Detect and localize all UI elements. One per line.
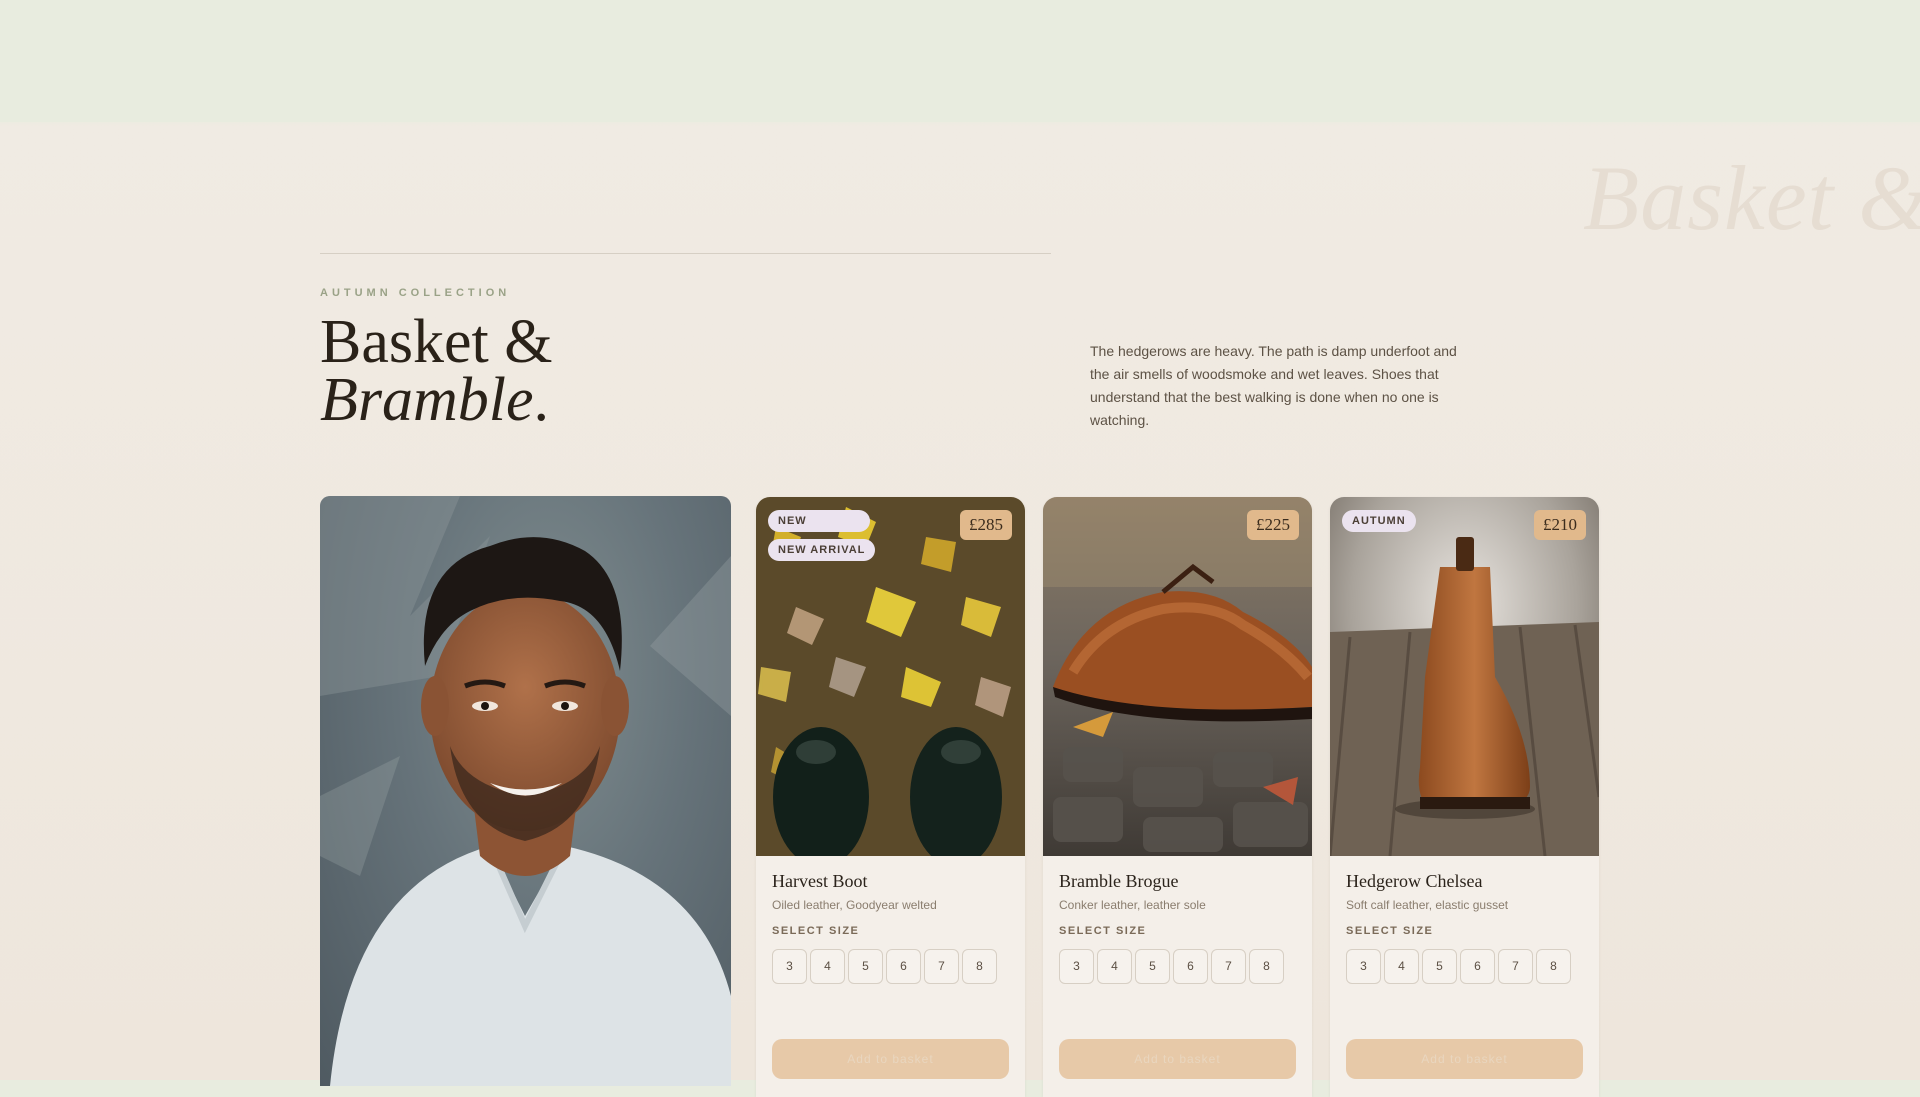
size-option-5[interactable]: 5 bbox=[848, 949, 883, 984]
size-option-7[interactable]: 7 bbox=[1211, 949, 1246, 984]
product-card-bramble-brogue[interactable]: £225 Bramble Brogue Conker leather, leat… bbox=[1043, 497, 1312, 1097]
size-option-7[interactable]: 7 bbox=[924, 949, 959, 984]
badge-new: NEW bbox=[768, 510, 870, 532]
size-option-7[interactable]: 7 bbox=[1498, 949, 1533, 984]
badge-new-arrival: NEW ARRIVAL bbox=[768, 539, 876, 561]
size-selector: 345678 bbox=[1059, 949, 1299, 991]
select-size-label: SELECT SIZE bbox=[1059, 925, 1147, 937]
size-option-3[interactable]: 3 bbox=[772, 949, 807, 984]
divider bbox=[320, 253, 1051, 254]
product-description: Conker leather, leather sole bbox=[1059, 898, 1206, 912]
size-option-4[interactable]: 4 bbox=[1097, 949, 1132, 984]
title-line-2: Bramble. bbox=[320, 366, 550, 434]
model-portrait-image bbox=[320, 496, 731, 1086]
collection-eyebrow: AUTUMN COLLECTION bbox=[320, 287, 511, 299]
size-option-8[interactable]: 8 bbox=[1536, 949, 1571, 984]
select-size-label: SELECT SIZE bbox=[772, 925, 860, 937]
size-option-5[interactable]: 5 bbox=[1135, 949, 1170, 984]
size-option-4[interactable]: 4 bbox=[810, 949, 845, 984]
product-image[interactable] bbox=[1043, 497, 1312, 856]
top-banner bbox=[0, 0, 1920, 122]
size-option-4[interactable]: 4 bbox=[1384, 949, 1419, 984]
size-option-6[interactable]: 6 bbox=[1173, 949, 1208, 984]
product-name[interactable]: Bramble Brogue bbox=[1059, 871, 1178, 892]
product-name[interactable]: Harvest Boot bbox=[772, 871, 867, 892]
add-to-basket-button[interactable]: Add to basket bbox=[1346, 1039, 1583, 1079]
intro-text: The hedgerows are heavy. The path is dam… bbox=[1090, 343, 1457, 428]
price-tag: £285 bbox=[960, 510, 1012, 540]
product-description: Oiled leather, Goodyear welted bbox=[772, 898, 937, 912]
product-name[interactable]: Hedgerow Chelsea bbox=[1346, 871, 1482, 892]
size-option-3[interactable]: 3 bbox=[1346, 949, 1381, 984]
size-option-8[interactable]: 8 bbox=[962, 949, 997, 984]
product-card-hedgerow-chelsea[interactable]: AUTUMN £210 Hedgerow Chelsea Soft calf l… bbox=[1330, 497, 1599, 1097]
size-selector: 345678 bbox=[772, 949, 1012, 991]
size-option-8[interactable]: 8 bbox=[1249, 949, 1284, 984]
size-option-6[interactable]: 6 bbox=[886, 949, 921, 984]
add-to-basket-button[interactable]: Add to basket bbox=[772, 1039, 1009, 1079]
size-option-6[interactable]: 6 bbox=[1460, 949, 1495, 984]
product-card-harvest-boot[interactable]: NEW NEW ARRIVAL £285 Harvest Boot Oiled … bbox=[756, 497, 1025, 1097]
size-selector: 345678 bbox=[1346, 949, 1586, 991]
select-size-label: SELECT SIZE bbox=[1346, 925, 1434, 937]
price-tag: £210 bbox=[1534, 510, 1586, 540]
ghost-title: Basket & bbox=[1583, 147, 1920, 249]
page-title: Basket & Bramble. bbox=[320, 311, 552, 434]
size-option-5[interactable]: 5 bbox=[1422, 949, 1457, 984]
product-description: Soft calf leather, elastic gusset bbox=[1346, 898, 1509, 912]
size-option-3[interactable]: 3 bbox=[1059, 949, 1094, 984]
product-image[interactable] bbox=[1330, 497, 1599, 857]
price-tag: £225 bbox=[1247, 510, 1299, 540]
add-to-basket-button[interactable]: Add to basket bbox=[1059, 1039, 1296, 1079]
badge-autumn: AUTUMN bbox=[1342, 510, 1416, 532]
